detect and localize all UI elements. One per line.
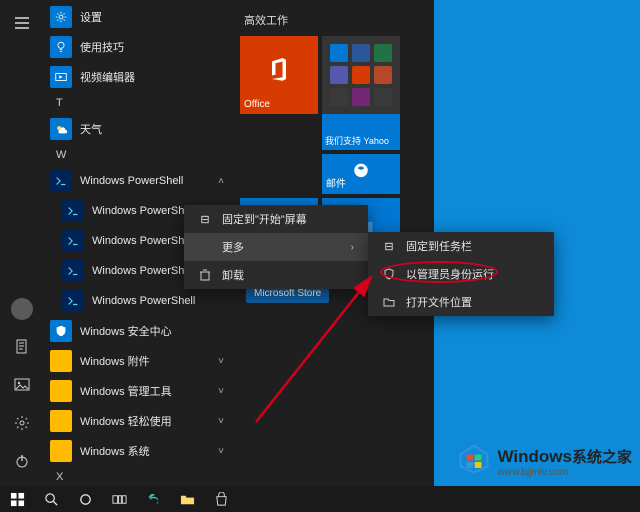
app-weather[interactable]: 天气 [44, 114, 234, 144]
tile-yahoo[interactable]: 我们支持 Yahoo [322, 114, 400, 150]
powershell-icon [62, 260, 84, 282]
ctx-label: 固定到任务栏 [406, 238, 472, 254]
chevron-down-icon: ˅ [218, 386, 224, 397]
app-label: 天气 [80, 121, 102, 137]
ctx-more[interactable]: 更多 › [184, 233, 368, 261]
chevron-down-icon: ˅ [218, 416, 224, 427]
watermark-logo-icon [456, 441, 492, 482]
pictures-button[interactable] [0, 366, 44, 404]
app-label: Windows PowerShell [80, 175, 183, 187]
context-menu-primary: ⊟ 固定到"开始"屏幕 更多 › 卸载 [184, 205, 368, 289]
watermark-url: www.bjjmlv.com [498, 467, 632, 478]
app-label: Windows PowerShell [92, 235, 195, 247]
app-label: Windows PowerShell [92, 295, 195, 307]
pin-icon: ⊟ [198, 212, 212, 226]
app-system[interactable]: Windows 系统 ˅ [44, 436, 234, 466]
app-label: Windows 系统 [80, 443, 150, 459]
app-label: Windows 安全中心 [80, 323, 172, 339]
taskbar [0, 486, 640, 512]
weather-icon [50, 118, 72, 140]
lightbulb-icon [50, 36, 72, 58]
trash-icon [198, 268, 212, 282]
app-label: Windows 管理工具 [80, 383, 172, 399]
settings-rail-button[interactable] [0, 404, 44, 442]
ctx-label: 以管理员身份运行 [406, 266, 494, 282]
folder-open-icon [382, 295, 396, 309]
user-avatar[interactable] [0, 290, 44, 328]
ctx-label: 固定到"开始"屏幕 [222, 211, 307, 227]
app-security[interactable]: Windows 安全中心 [44, 316, 234, 346]
app-powershell-4[interactable]: Windows PowerShell [44, 286, 234, 316]
app-label: 设置 [80, 9, 102, 25]
video-icon [50, 66, 72, 88]
shield-icon [50, 320, 72, 342]
start-button[interactable] [0, 486, 34, 512]
tile-label: 我们支持 Yahoo [325, 134, 389, 147]
documents-button[interactable] [0, 328, 44, 366]
taskbar-explorer[interactable] [170, 486, 204, 512]
app-video-editor[interactable]: 视频编辑器 [44, 62, 234, 92]
context-menu-submenu: ⊟ 固定到任务栏 以管理员身份运行 打开文件位置 [368, 232, 554, 316]
chevron-down-icon: ˅ [218, 356, 224, 367]
powershell-icon [62, 290, 84, 312]
tiles-header[interactable]: 高效工作 [244, 12, 428, 28]
ctx-label: 更多 [222, 239, 244, 255]
power-button[interactable] [0, 442, 44, 480]
tile-label: Office [244, 99, 270, 110]
task-view-button[interactable] [102, 486, 136, 512]
tile-apps-grid[interactable] [322, 36, 400, 114]
app-label: Windows 附件 [80, 353, 150, 369]
chevron-up-icon: ˄ [218, 176, 224, 187]
chevron-down-icon: ˅ [218, 446, 224, 457]
ctx-pin-taskbar[interactable]: ⊟ 固定到任务栏 [368, 232, 554, 260]
watermark-text: Windows [498, 447, 572, 466]
letter-header-w[interactable]: W [44, 144, 234, 166]
ctx-open-location[interactable]: 打开文件位置 [368, 288, 554, 316]
watermark: Windows系统之家 www.bjjmlv.com [456, 441, 632, 482]
ctx-uninstall[interactable]: 卸载 [184, 261, 368, 289]
app-tips[interactable]: 使用技巧 [44, 32, 234, 62]
ctx-label: 打开文件位置 [406, 294, 472, 310]
ctx-run-admin[interactable]: 以管理员身份运行 [368, 260, 554, 288]
search-button[interactable] [34, 486, 68, 512]
ctx-label: 卸载 [222, 267, 244, 283]
app-easy-use[interactable]: Windows 轻松使用 ˅ [44, 406, 234, 436]
app-accessories[interactable]: Windows 附件 ˅ [44, 346, 234, 376]
folder-icon [50, 410, 72, 432]
powershell-icon [62, 230, 84, 252]
folder-icon [50, 440, 72, 462]
ctx-pin-start[interactable]: ⊟ 固定到"开始"屏幕 [184, 205, 368, 233]
app-admin-tools[interactable]: Windows 管理工具 ˅ [44, 376, 234, 406]
app-label: Windows 轻松使用 [80, 413, 172, 429]
app-label: Windows PowerShell [92, 205, 195, 217]
app-label: 使用技巧 [80, 39, 124, 55]
app-powershell-folder[interactable]: Windows PowerShell ˄ [44, 166, 234, 196]
taskbar-edge[interactable] [136, 486, 170, 512]
chevron-right-icon: › [351, 242, 354, 253]
folder-icon [50, 350, 72, 372]
pin-icon: ⊟ [382, 239, 396, 253]
app-label: 视频编辑器 [80, 69, 135, 85]
start-rail [0, 0, 44, 486]
tile-label: 邮件 [326, 175, 346, 190]
letter-header-t[interactable]: T [44, 92, 234, 114]
folder-icon [50, 380, 72, 402]
app-label: Windows PowerShell [92, 265, 195, 277]
tile-mail[interactable]: 邮件 [322, 154, 400, 194]
letter-header-x[interactable]: X [44, 466, 234, 486]
hamburger-button[interactable] [0, 4, 44, 42]
cortana-button[interactable] [68, 486, 102, 512]
taskbar-store[interactable] [204, 486, 238, 512]
gear-icon [50, 6, 72, 28]
watermark-text: 系统之家 [572, 449, 632, 466]
admin-shield-icon [382, 267, 396, 281]
tile-office[interactable]: Office [240, 36, 318, 114]
app-settings[interactable]: 设置 [44, 2, 234, 32]
powershell-icon [62, 200, 84, 222]
powershell-icon [50, 170, 72, 192]
